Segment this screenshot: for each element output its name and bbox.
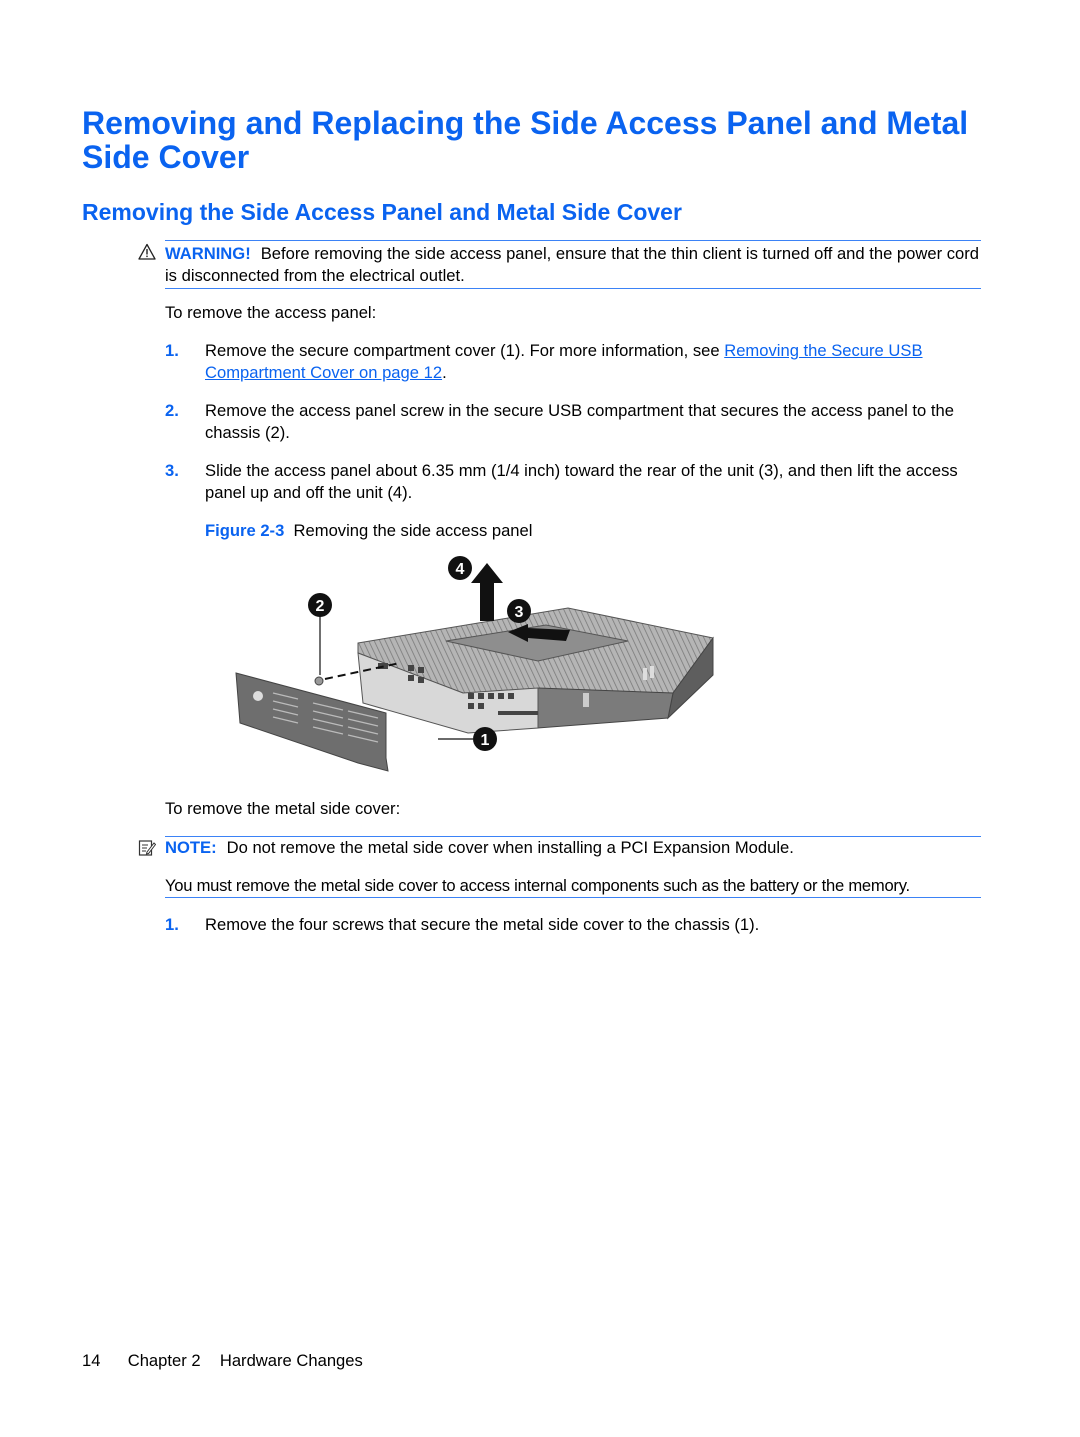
metal-cover-intro: To remove the metal side cover:	[165, 799, 401, 818]
warning-triangle-icon	[138, 243, 156, 260]
step-text: Remove the access panel screw in the sec…	[205, 401, 954, 442]
warning-label: WARNING!	[165, 244, 251, 263]
access-panel-intro: To remove the access panel:	[165, 303, 377, 322]
svg-text:3: 3	[515, 604, 524, 621]
section-title: Removing the Side Access Panel and Metal…	[82, 199, 682, 225]
warning-text: Before removing the side access panel, e…	[165, 244, 979, 285]
chassis	[357, 607, 714, 734]
callout-4: 4	[448, 556, 472, 580]
svg-text:4: 4	[456, 561, 465, 578]
chapter-label: Chapter 2	[127, 1351, 201, 1370]
svg-text:1: 1	[481, 732, 490, 749]
step-text: Slide the access panel about 6.35 mm (1/…	[205, 461, 958, 502]
page-number: 14	[82, 1351, 101, 1370]
page-footer: 14 Chapter 2 Hardware Changes	[82, 1350, 363, 1372]
note-label: NOTE:	[165, 838, 217, 857]
figure-caption: Figure 2-3 Removing the side access pane…	[205, 520, 532, 542]
step-number: 1.	[165, 341, 179, 360]
figure-caption-text: Removing the side access panel	[293, 521, 533, 540]
note-callout: NOTE: Do not remove the metal side cover …	[165, 837, 794, 859]
note-text: Do not remove the metal side cover when …	[226, 838, 794, 857]
step-text: Remove the four screws that secure the m…	[205, 915, 760, 934]
side-access-panel-illustration: 2 4 3 1	[235, 556, 714, 772]
chapter-title: Hardware Changes	[219, 1351, 363, 1370]
callout-3: 3	[507, 599, 531, 623]
page-title: Removing and Replacing the Side Access P…	[82, 105, 969, 175]
note-bottom-rule	[165, 897, 981, 898]
step-number: 3.	[165, 461, 179, 480]
screw	[314, 676, 324, 686]
note-pencil-icon	[138, 840, 156, 856]
step-text-before: Remove the secure compartment cover (1).…	[205, 341, 725, 360]
warning-callout: WARNING! Before removing the side access …	[165, 240, 981, 289]
lift-arrow	[471, 563, 503, 621]
figure-label: Figure 2-3	[205, 521, 285, 540]
step-text-after: .	[442, 363, 447, 382]
svg-text:2: 2	[316, 598, 325, 615]
step-number: 1.	[165, 915, 179, 934]
callout-2: 2	[308, 593, 332, 617]
callout-1: 1	[473, 727, 497, 751]
note-extra: You must remove the metal side cover to …	[165, 876, 910, 895]
step-number: 2.	[165, 401, 179, 420]
step-text: Remove the secure compartment cover (1).…	[205, 340, 983, 384]
